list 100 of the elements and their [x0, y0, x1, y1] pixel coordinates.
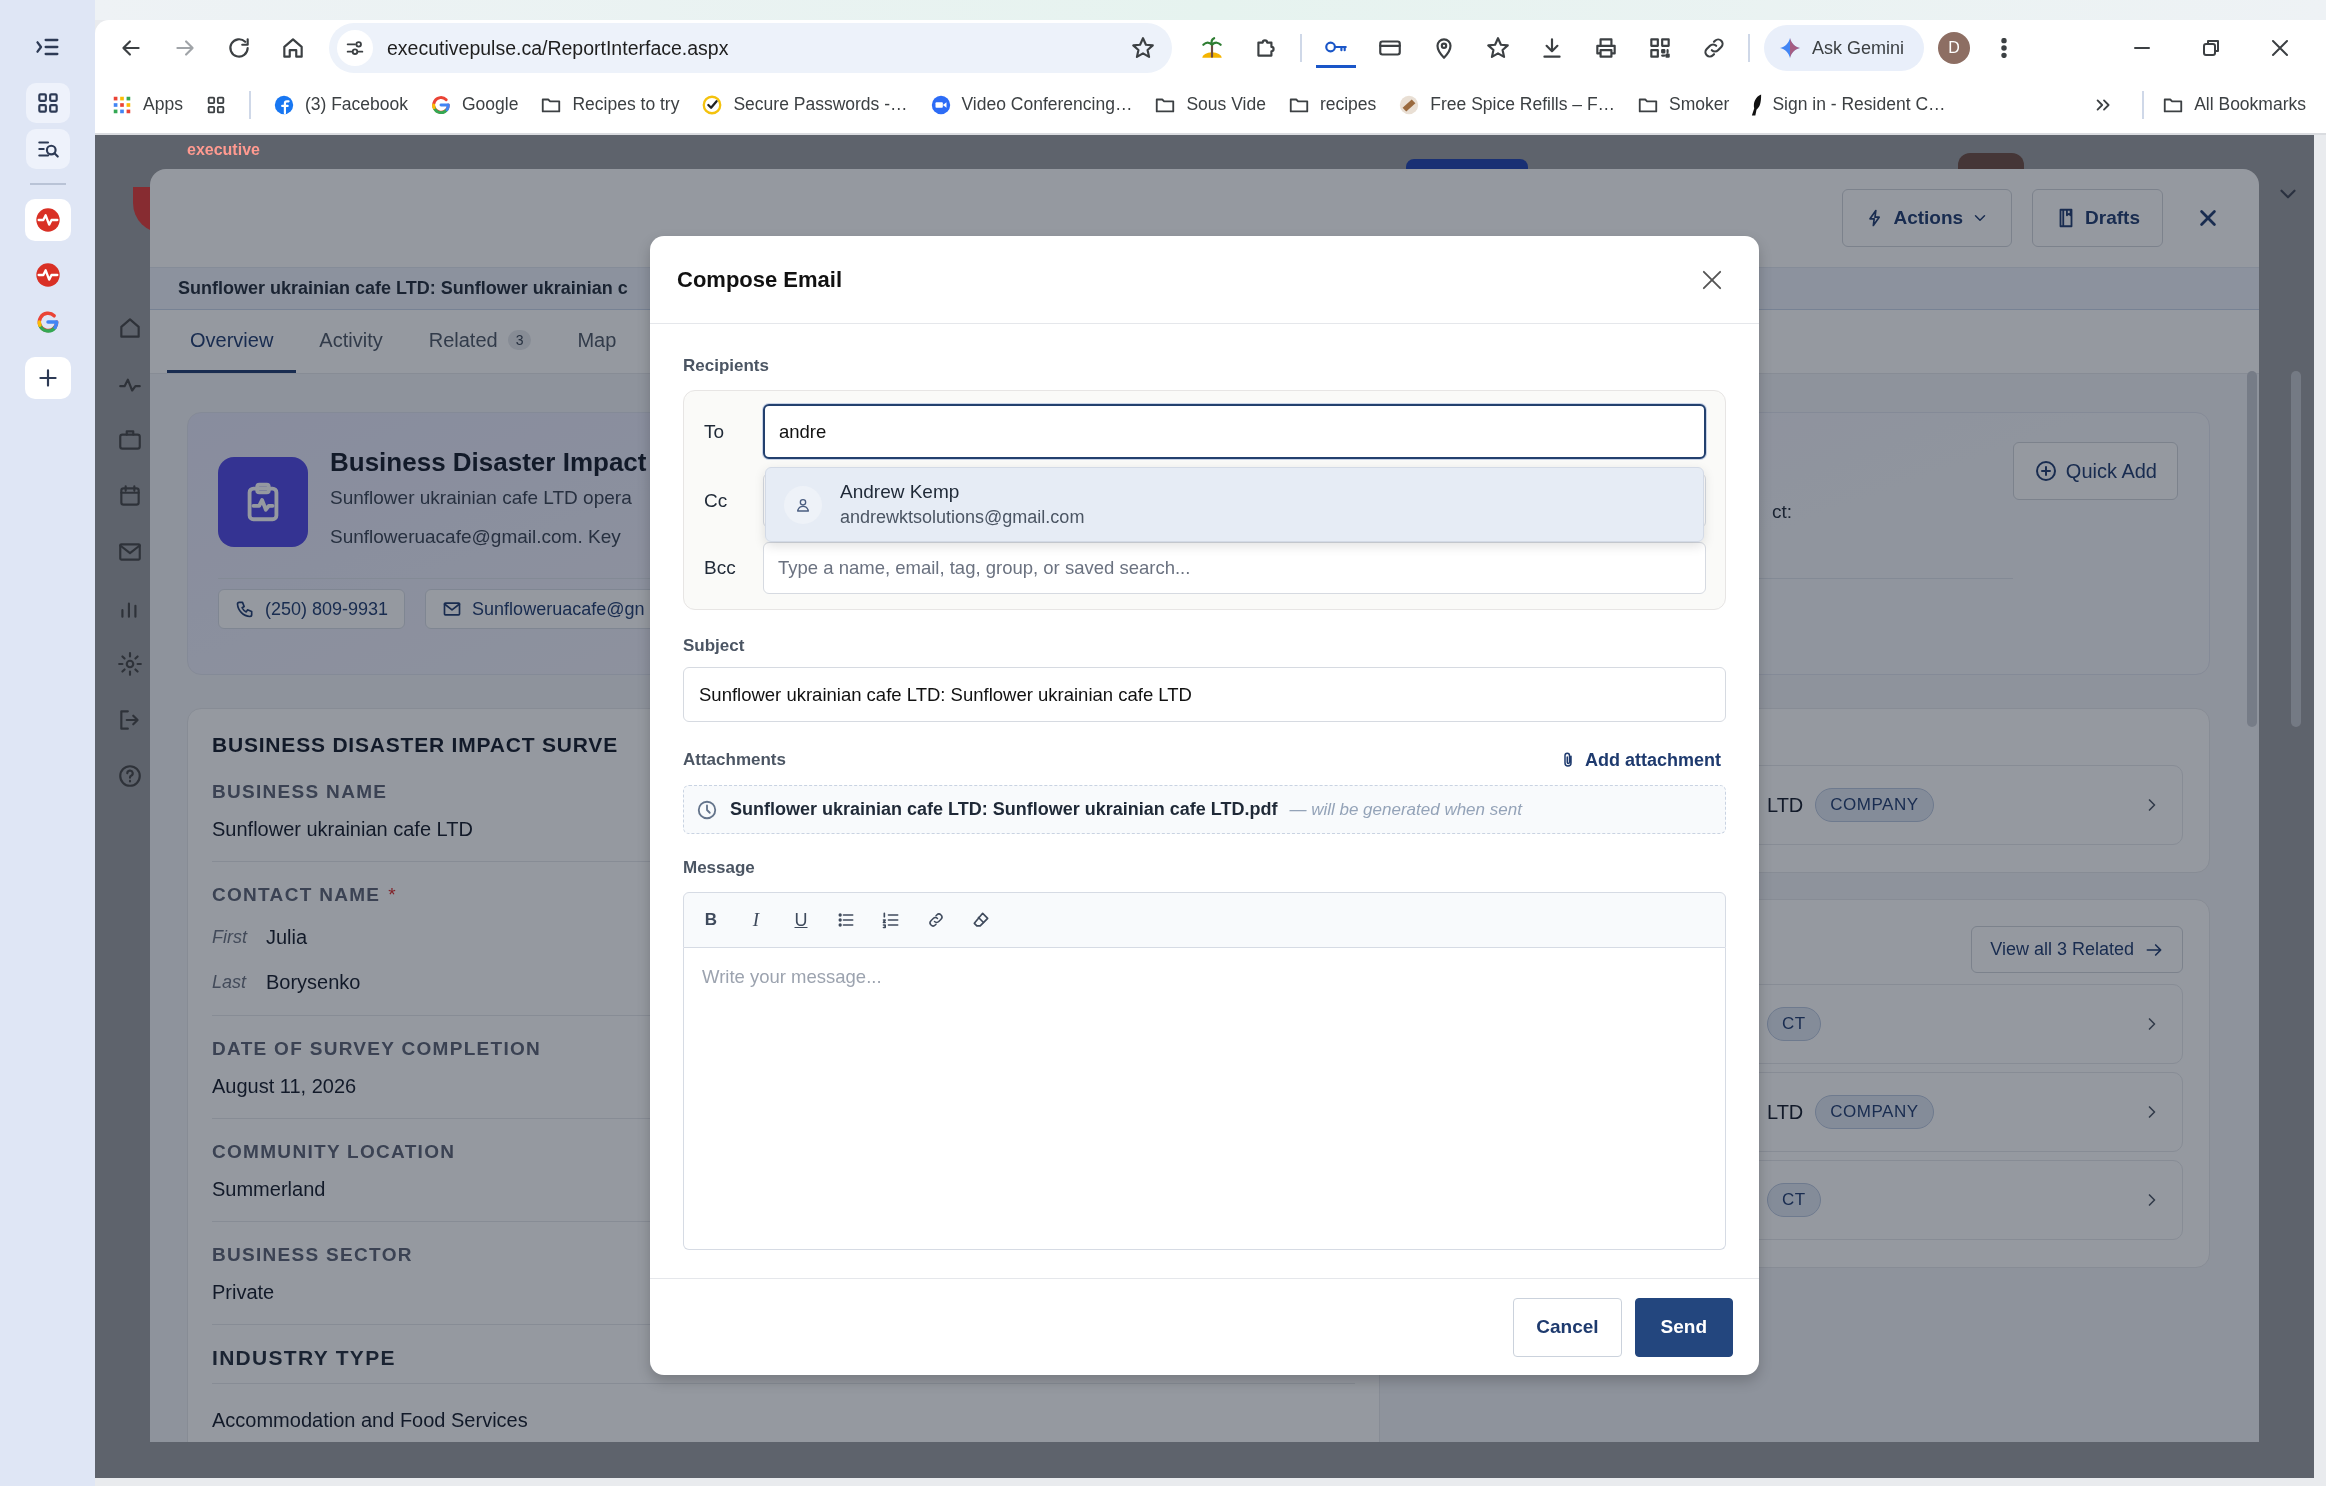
bcc-field[interactable]: Type a name, email, tag, group, or saved search... — [763, 542, 1706, 594]
field-label: Cc — [703, 489, 729, 512]
search-tab[interactable] — [25, 129, 70, 169]
tab[interactable]: Related 3 — [405, 310, 555, 373]
tab[interactable]: Activity — [296, 310, 406, 373]
numbered-list-icon — [881, 910, 901, 930]
to-field[interactable]: andre — [763, 404, 1706, 459]
item-name: LTD — [1767, 793, 1804, 817]
phone-icon — [235, 599, 255, 619]
palm-tree-icon — [1199, 35, 1225, 61]
clock-icon — [696, 798, 718, 821]
star-icon[interactable] — [1130, 35, 1156, 61]
section-label: Message — [683, 857, 756, 879]
home-icon — [280, 35, 306, 61]
scrollbar[interactable] — [2247, 371, 2257, 727]
more-icon — [2001, 38, 2008, 58]
bookmark[interactable]: Video Conferencing… — [929, 93, 1133, 116]
bookmark[interactable]: All Bookmarks — [2162, 93, 2306, 116]
field-label: BUSINESS NAME — [212, 780, 389, 804]
ask-gemini-button[interactable]: Ask Gemini — [1764, 25, 1925, 71]
address-bar[interactable]: executivepulse.ca/ReportInterface.aspx — [329, 23, 1172, 73]
description-line: Sunflower ukrainian cafe LTD opera — [330, 486, 632, 510]
record-title: Sunflower ukrainian cafe LTD: Sunflower ukrainian c — [178, 278, 628, 299]
spice-icon — [1398, 93, 1421, 116]
bookmark[interactable]: (3) Facebook — [272, 93, 408, 116]
plus-circle-icon — [2033, 459, 2058, 483]
type-badge: COMPANY — [1815, 1095, 1934, 1129]
star-icon — [1485, 35, 1511, 61]
bookmark[interactable]: Google — [430, 93, 519, 116]
send-button[interactable]: Send — [1634, 1297, 1733, 1357]
contact-email: andrewktsolutions@gmail.com — [840, 507, 1085, 528]
field-label: CONTACT NAME — [212, 883, 381, 907]
bookmark[interactable]: Free Spice Refills – F… — [1398, 93, 1616, 116]
summary-title: Business Disaster Impact — [330, 447, 648, 478]
contact-name: Andrew Kemp — [840, 481, 961, 503]
section-label: Recipients — [683, 355, 770, 377]
bold-button[interactable]: B — [693, 902, 729, 938]
facebook-icon — [272, 93, 295, 116]
field-value: Sunflower ukrainian cafe LTD — [212, 817, 474, 842]
pulse-tab[interactable] — [24, 199, 71, 241]
bookmark[interactable]: Apps — [111, 93, 183, 116]
field-label: To — [703, 420, 726, 443]
required-mark: * — [388, 883, 396, 907]
bookmark[interactable]: Sign in - Resident C… — [1751, 93, 1946, 116]
count-badge: 3 — [507, 330, 532, 350]
bullet-list-icon — [836, 910, 856, 930]
bookmark[interactable]: Secure Passwords -… — [701, 93, 908, 116]
type-badge: CT — [1767, 1183, 1821, 1217]
grid-tab[interactable] — [25, 83, 70, 123]
description-text: ct: — [1772, 501, 1793, 523]
message-field[interactable]: Write your message... — [683, 948, 1726, 1250]
underline-button[interactable]: U — [783, 902, 819, 938]
mail-icon — [442, 599, 463, 619]
add-button[interactable] — [24, 357, 71, 399]
field-value: Borysenko — [266, 970, 361, 995]
field-label: COMMUNITY LOCATION — [212, 1140, 457, 1164]
description-line: Sunfloweruacafe@gmail.com. Key — [330, 525, 621, 549]
suggestion-item[interactable]: Andrew Kemp andrewktsolutions@gmail.com — [765, 467, 1704, 542]
quick-add-button[interactable]: Quick Add — [2012, 442, 2178, 500]
field-label: DATE OF SURVEY COMPLETION — [212, 1037, 543, 1061]
url-text: executivepulse.ca/ReportInterface.aspx — [387, 36, 730, 60]
tab[interactable]: Map — [554, 310, 640, 373]
site-info-button[interactable] — [337, 30, 373, 66]
cancel-button[interactable]: Cancel — [1513, 1297, 1622, 1357]
subject-field[interactable]: Sunflower ukrainian cafe LTD: Sunflower ukrainian cafe LTD — [683, 667, 1726, 722]
bookmark[interactable]: Sous Vide — [1154, 93, 1266, 116]
printer-icon — [1593, 35, 1619, 61]
bookmark[interactable]: Recipes to try — [540, 93, 680, 116]
check-icon — [701, 93, 724, 116]
field-value: Julia — [266, 925, 308, 950]
minimize-icon — [2133, 46, 2151, 50]
profile-avatar[interactable]: D — [1938, 32, 1971, 64]
field-value: August 11, 2026 — [212, 1074, 358, 1099]
dialog-title: Compose Email — [677, 266, 843, 293]
link-icon — [927, 911, 945, 929]
eraser-icon — [971, 910, 991, 930]
section-label: Subject — [683, 635, 746, 657]
file-name: Sunflower ukrainian cafe LTD: Sunflower ukrainian cafe LTD.pdf — [730, 799, 1278, 820]
pulse-icon — [33, 206, 62, 234]
feather-icon — [1751, 93, 1763, 116]
field-label: Last — [212, 971, 248, 994]
section-label: Attachments — [683, 749, 786, 771]
drafts-button[interactable]: Drafts — [2032, 189, 2163, 247]
actions-button[interactable]: Actions — [1842, 189, 2013, 247]
field-label: First — [212, 926, 248, 949]
pulse-icon[interactable] — [33, 261, 62, 289]
logo-text: executive — [187, 141, 260, 159]
type-badge: COMPANY — [1815, 788, 1934, 822]
video-icon — [929, 93, 952, 116]
scrollbar[interactable] — [2291, 371, 2301, 727]
italic-button[interactable]: I — [738, 902, 774, 938]
bookmark[interactable]: Smoker — [1637, 93, 1730, 116]
sparkle-icon — [1778, 36, 1802, 60]
bookmark[interactable]: recipes — [1287, 93, 1377, 116]
view-all-button[interactable]: View all 3 Related — [1971, 926, 2183, 973]
reload-icon — [226, 35, 252, 61]
field-value: Private — [212, 1280, 276, 1305]
phone-chip[interactable]: (250) 809-9931 — [218, 589, 406, 629]
item-name: LTD — [1767, 1100, 1804, 1124]
close-icon[interactable] — [2197, 207, 2219, 229]
